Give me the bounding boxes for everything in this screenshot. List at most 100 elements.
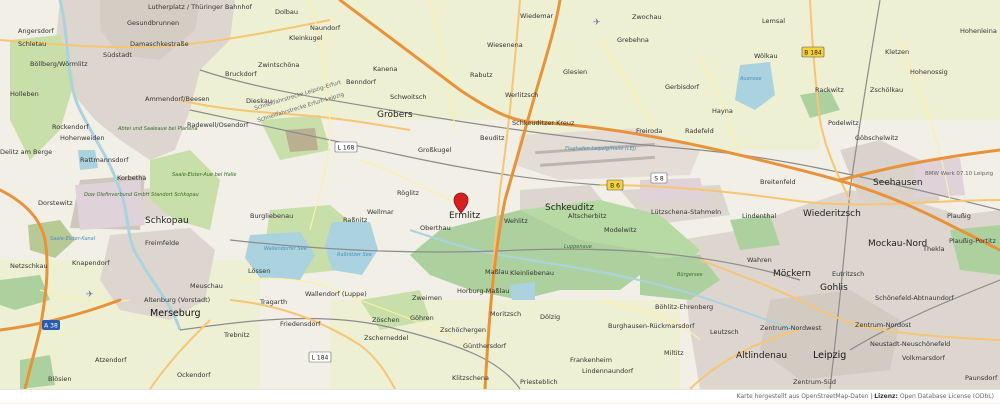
place-label: Schwoitsch bbox=[390, 93, 427, 101]
place-label: Damaschkestraße bbox=[130, 40, 189, 48]
attribution-license-link[interactable]: Open Database License (ODbL) bbox=[898, 393, 994, 400]
place-label: Lemsal bbox=[762, 17, 785, 25]
place-label: Wallendorf (Luppe) bbox=[305, 290, 367, 298]
place-label: Freimfelde bbox=[145, 239, 179, 247]
place-label: Hohenweiden bbox=[60, 134, 104, 142]
place-label: Maßlau bbox=[485, 268, 509, 276]
svg-text:A 38: A 38 bbox=[44, 323, 58, 330]
svg-text:L 184: L 184 bbox=[312, 355, 329, 362]
landmark-label: Saale-Elster-Kanal bbox=[50, 236, 96, 242]
place-label: Kleinliebenau bbox=[510, 269, 554, 277]
place-label: Leutzsch bbox=[710, 328, 739, 336]
place-label: Wehlitz bbox=[504, 217, 528, 225]
svg-text:B 184: B 184 bbox=[804, 50, 822, 57]
place-label: Zschölkau bbox=[870, 86, 903, 94]
place-label: Naundorf bbox=[310, 24, 341, 32]
place-label: Altlindenau bbox=[736, 351, 787, 361]
place-label: Atzendorf bbox=[95, 356, 127, 364]
place-label: Korbetha bbox=[117, 174, 146, 182]
place-label: Netzschkau bbox=[10, 262, 48, 270]
place-label: Ammendorf/Beesen bbox=[145, 95, 209, 103]
place-label: Benndorf bbox=[346, 78, 376, 86]
place-label: Rackwitz bbox=[815, 86, 844, 94]
place-label: Rockendorf bbox=[52, 123, 89, 131]
place-label: Möckern bbox=[773, 269, 811, 279]
place-label: Schletau bbox=[18, 40, 46, 48]
place-label: Schkopau bbox=[145, 216, 189, 226]
place-label: Röglitz bbox=[397, 189, 419, 197]
place-label: Wellmar bbox=[367, 208, 394, 216]
place-label: Merseburg bbox=[150, 308, 201, 319]
place-label: Rabutz bbox=[470, 71, 493, 79]
place-label: Seehausen bbox=[873, 178, 923, 188]
place-label: Zwintschöna bbox=[258, 61, 299, 69]
road-shield-b6: B 6 bbox=[606, 179, 624, 191]
place-label: Priesteblich bbox=[520, 378, 558, 386]
place-label: Plaußig bbox=[947, 212, 971, 220]
place-label: Friedensdorf bbox=[280, 320, 321, 328]
place-label: Wiederitzsch bbox=[803, 209, 861, 219]
place-label: Gröbers bbox=[377, 110, 413, 120]
landmark-label: Bürgersee bbox=[677, 272, 703, 278]
place-label: Günthersdorf bbox=[463, 342, 507, 350]
place-label: Kanena bbox=[373, 65, 397, 73]
place-label: Lindennaundorf bbox=[582, 367, 634, 375]
place-label: Angersdorf bbox=[18, 27, 55, 35]
landmark-label: Wallendorfer See bbox=[264, 246, 307, 252]
place-label: Miltitz bbox=[664, 349, 684, 357]
place-label: Wiedemar bbox=[520, 12, 554, 20]
place-label: Rattmannsdorf bbox=[80, 156, 129, 164]
place-label: Blösien bbox=[48, 375, 72, 383]
place-label: Holleben bbox=[10, 90, 39, 98]
landmark-label: Dow Olefinverbund GmbH Standort Schkopau bbox=[84, 192, 199, 198]
map-canvas[interactable]: L 168 L 184 A 38 B 6 S 8 B 184 ✈ ✈ Schne… bbox=[0, 0, 1000, 389]
place-label: Neustadt-Neuschönefeld bbox=[870, 340, 950, 348]
place-label: Volkmarsdorf bbox=[902, 354, 946, 362]
place-label: Dölzig bbox=[540, 313, 560, 321]
place-label: Wahren bbox=[747, 256, 772, 264]
place-label: Klitzschena bbox=[452, 374, 489, 382]
place-label: Raßnitz bbox=[343, 216, 368, 224]
road-shield-l168: L 168 bbox=[334, 141, 358, 153]
landmark-label: Raßnitzer See bbox=[337, 252, 372, 258]
airfield-icon: ✈ bbox=[593, 18, 601, 28]
landmark-label: Auensee bbox=[739, 76, 762, 82]
place-label: Tragarth bbox=[259, 298, 287, 306]
road-shield-a38: A 38 bbox=[42, 320, 60, 330]
place-label: Großkugel bbox=[418, 146, 451, 154]
place-label: Zöschen bbox=[372, 316, 400, 324]
place-label: Radefeld bbox=[685, 127, 714, 135]
place-label: Lindenthal bbox=[742, 212, 776, 220]
place-label: Thekla bbox=[922, 245, 945, 253]
attribution-prefix: Karte hergestellt aus OpenStreetMap-Date… bbox=[736, 393, 869, 400]
place-label: Horburg-Maßlau bbox=[457, 287, 509, 295]
place-label: Lössen bbox=[248, 267, 270, 275]
place-label: Glesien bbox=[563, 68, 587, 76]
place-label: Breitenfeld bbox=[760, 178, 796, 186]
map-attribution: Karte hergestellt aus OpenStreetMap-Date… bbox=[0, 389, 1000, 403]
place-label: Oberthau bbox=[420, 224, 451, 232]
place-label: Frankenheim bbox=[570, 356, 612, 364]
place-label: Plaußig-Portitz bbox=[949, 237, 996, 245]
place-label: Podelwitz bbox=[828, 119, 859, 127]
place-label: Hayna bbox=[712, 107, 733, 115]
place-label: Wiesenena bbox=[487, 41, 523, 49]
place-label: Paunsdorf bbox=[965, 374, 998, 382]
place-label: Hohenossig bbox=[910, 68, 948, 76]
place-label: Kleinkugel bbox=[289, 34, 323, 42]
place-label: Göbschelwitz bbox=[855, 134, 899, 142]
place-label: Modelwitz bbox=[604, 226, 637, 234]
place-label: Göhren bbox=[410, 314, 434, 322]
landmark-label: BMW Werk 07.10 Leipzig bbox=[925, 171, 993, 177]
place-label: Dolbau bbox=[275, 8, 298, 16]
svg-text:L 168: L 168 bbox=[338, 145, 355, 152]
place-label: Meuschau bbox=[190, 282, 223, 290]
svg-text:B 6: B 6 bbox=[610, 183, 620, 190]
place-label: Zwochau bbox=[632, 13, 662, 21]
place-label: Böhlitz-Ehrenberg bbox=[655, 303, 713, 311]
landmark-label: Schkeuditzer Kreuz bbox=[512, 119, 575, 127]
place-label: Burgliebenau bbox=[250, 212, 293, 220]
place-label: Zentrum-Süd bbox=[793, 378, 836, 386]
landmark-label: Flughafen Leipzig/Halle (LEJ) bbox=[565, 146, 636, 152]
place-label: Zscherneddel bbox=[364, 334, 408, 342]
